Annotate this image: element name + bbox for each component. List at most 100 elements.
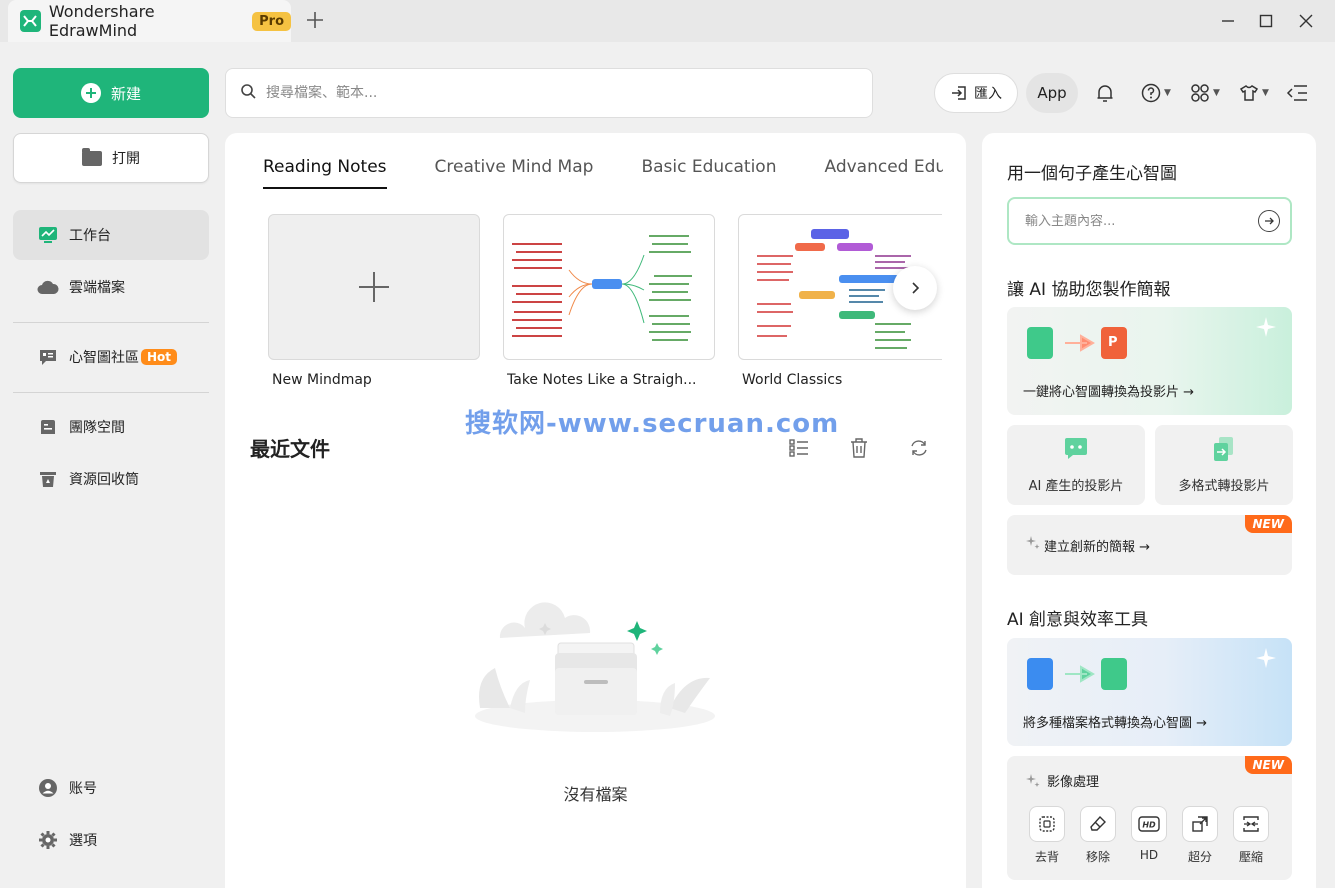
powerpoint-letter-icon: P — [1108, 335, 1118, 350]
sidebar-item-label: 團隊空間 — [69, 420, 125, 436]
submit-arrow-icon[interactable] — [1258, 210, 1280, 232]
open-button[interactable]: 打開 — [13, 133, 209, 183]
import-button[interactable]: 匯入 — [934, 73, 1018, 113]
panel-toggle-icon[interactable] — [1285, 80, 1309, 106]
tool-label: 去背 — [1034, 850, 1059, 864]
tab-advanced-education[interactable]: Advanced Educati — [824, 157, 943, 189]
sidebar-item-community[interactable]: 心智圖社區 Hot — [13, 332, 209, 382]
mindmap-to-ppt-label: 一鍵將心智圖轉換為投影片 → — [1023, 385, 1195, 400]
ai-presentation-title: 讓 AI 協助您製作簡報 — [1007, 280, 1171, 300]
chevron-down-icon: ▼ — [1213, 88, 1220, 98]
topic-input-box[interactable] — [1007, 197, 1292, 245]
mindmap-to-ppt-card[interactable]: P 一鍵將心智圖轉換為投影片 → — [1007, 307, 1292, 415]
gear-icon — [37, 830, 59, 850]
trash-icon[interactable] — [847, 436, 871, 460]
svg-text:HD: HD — [1142, 821, 1156, 830]
sidebar-item-label: 選項 — [69, 833, 97, 849]
help-button[interactable]: ▼ — [1138, 80, 1174, 106]
multi-format-slides-card[interactable]: 多格式轉投影片 — [1155, 425, 1293, 505]
workbench-icon — [37, 225, 59, 245]
template-item[interactable]: Take Notes Like a Straigh... — [503, 214, 715, 388]
tab-reading-notes[interactable]: Reading Notes — [263, 157, 387, 189]
sparkle-icon — [1026, 774, 1040, 787]
carousel-next-button[interactable] — [893, 266, 937, 310]
tool-remove-bg[interactable]: 去背 — [1027, 806, 1067, 865]
tab-creative-mind-map[interactable]: Creative Mind Map — [435, 157, 594, 189]
apps-grid-button[interactable]: ▼ — [1187, 80, 1223, 106]
convert-files-card[interactable]: 將多種檔案格式轉換為心智圖 → — [1007, 638, 1292, 746]
generate-mindmap-title: 用一個句子產生心智圖 — [1007, 164, 1177, 184]
template-item[interactable]: New Mindmap — [268, 214, 480, 388]
compress-icon — [1233, 806, 1269, 842]
notification-bell-icon[interactable] — [1093, 80, 1117, 106]
pro-badge: Pro — [252, 11, 291, 31]
app-button[interactable]: App — [1026, 73, 1078, 113]
convert-files-label: 將多種檔案格式轉換為心智圖 → — [1023, 716, 1208, 731]
mindmap-thumbnail-icon — [512, 235, 692, 341]
maximize-button[interactable] — [1253, 8, 1279, 34]
tool-hd[interactable]: HD HD — [1129, 806, 1169, 862]
new-button-label: 新建 — [110, 84, 141, 103]
search-input[interactable] — [266, 85, 826, 101]
sidebar-item-options[interactable]: 選項 — [13, 815, 209, 865]
new-mindmap-card[interactable] — [268, 214, 480, 360]
team-space-icon — [37, 417, 59, 437]
upscale-icon — [1182, 806, 1218, 842]
ai-tools-title: AI 創意與效率工具 — [1007, 610, 1149, 630]
refresh-icon[interactable] — [907, 436, 931, 460]
image-processing-label: 影像處理 — [1047, 775, 1100, 790]
minimize-button-alt[interactable] — [1215, 8, 1241, 34]
chevron-down-icon: ▼ — [1164, 88, 1171, 98]
search-box[interactable] — [225, 68, 873, 118]
title-bar: Wondershare EdrawMind Pro — [0, 0, 1335, 42]
ai-slides-card[interactable]: AI 產生的投影片 — [1007, 425, 1145, 505]
new-tab-button[interactable] — [303, 8, 327, 32]
sidebar-item-workbench[interactable]: 工作台 — [13, 210, 209, 260]
new-button[interactable]: 新建 — [13, 68, 209, 118]
topic-input[interactable] — [1025, 213, 1245, 229]
sidebar-divider — [13, 322, 209, 323]
shirt-icon — [1239, 83, 1259, 103]
sidebar-item-recycle-bin[interactable]: 資源回收筒 — [13, 454, 209, 504]
edrawmind-logo-icon — [20, 10, 41, 32]
theme-button[interactable]: ▼ — [1236, 80, 1272, 106]
mindmap-file-icon — [1027, 327, 1053, 359]
document-file-icon — [1027, 658, 1053, 690]
sidebar-item-account[interactable]: 账号 — [13, 763, 209, 813]
ai-slides-label: AI 產生的投影片 — [1028, 479, 1124, 494]
hot-badge: Hot — [141, 349, 178, 365]
eraser-icon — [1080, 806, 1116, 842]
sidebar-item-cloud[interactable]: 雲端檔案 — [13, 262, 209, 312]
new-badge: NEW — [1244, 515, 1292, 533]
mindmap-file-icon — [1101, 658, 1127, 690]
template-thumbnail[interactable] — [503, 214, 715, 360]
tool-eraser[interactable]: 移除 — [1078, 806, 1118, 865]
tab-basic-education[interactable]: Basic Education — [641, 157, 776, 189]
app-title: Wondershare EdrawMind — [48, 2, 155, 40]
tool-label: 壓縮 — [1238, 850, 1263, 864]
open-button-label: 打開 — [112, 151, 140, 167]
apps-grid-icon — [1190, 83, 1210, 103]
create-presentation-card[interactable]: 建立創新的簡報 → NEW — [1007, 515, 1292, 575]
cloud-icon — [37, 277, 59, 297]
tool-upscale[interactable]: 超分 — [1180, 806, 1220, 865]
remove-bg-icon — [1029, 806, 1065, 842]
tool-compress[interactable]: 壓縮 — [1231, 806, 1271, 865]
main-panel: Reading Notes Creative Mind Map Basic Ed… — [225, 133, 966, 888]
app-tab[interactable]: Wondershare EdrawMind Pro — [8, 0, 291, 42]
close-button[interactable] — [1293, 8, 1319, 34]
sidebar-item-team-space[interactable]: 團隊空間 — [13, 402, 209, 452]
import-icon — [950, 84, 968, 102]
arrow-right-icon — [1065, 334, 1095, 352]
watermark-text: 搜软网-www.secruan.com — [465, 409, 840, 439]
sidebar-item-label: 心智圖社區 — [69, 350, 139, 366]
template-tabs: Reading Notes Creative Mind Map Basic Ed… — [263, 157, 943, 191]
empty-state-text: 沒有檔案 — [563, 785, 628, 804]
sidebar-item-label: 雲端檔案 — [69, 280, 125, 296]
image-processing-card: 影像處理 NEW 去背 移除 HD HD 超分 壓縮 — [1007, 756, 1292, 880]
sparkle-icon — [1256, 317, 1276, 337]
list-view-icon[interactable] — [787, 436, 811, 460]
tool-label: HD — [1139, 848, 1159, 862]
chevron-right-icon — [912, 282, 920, 294]
plus-circle-icon — [80, 83, 101, 103]
